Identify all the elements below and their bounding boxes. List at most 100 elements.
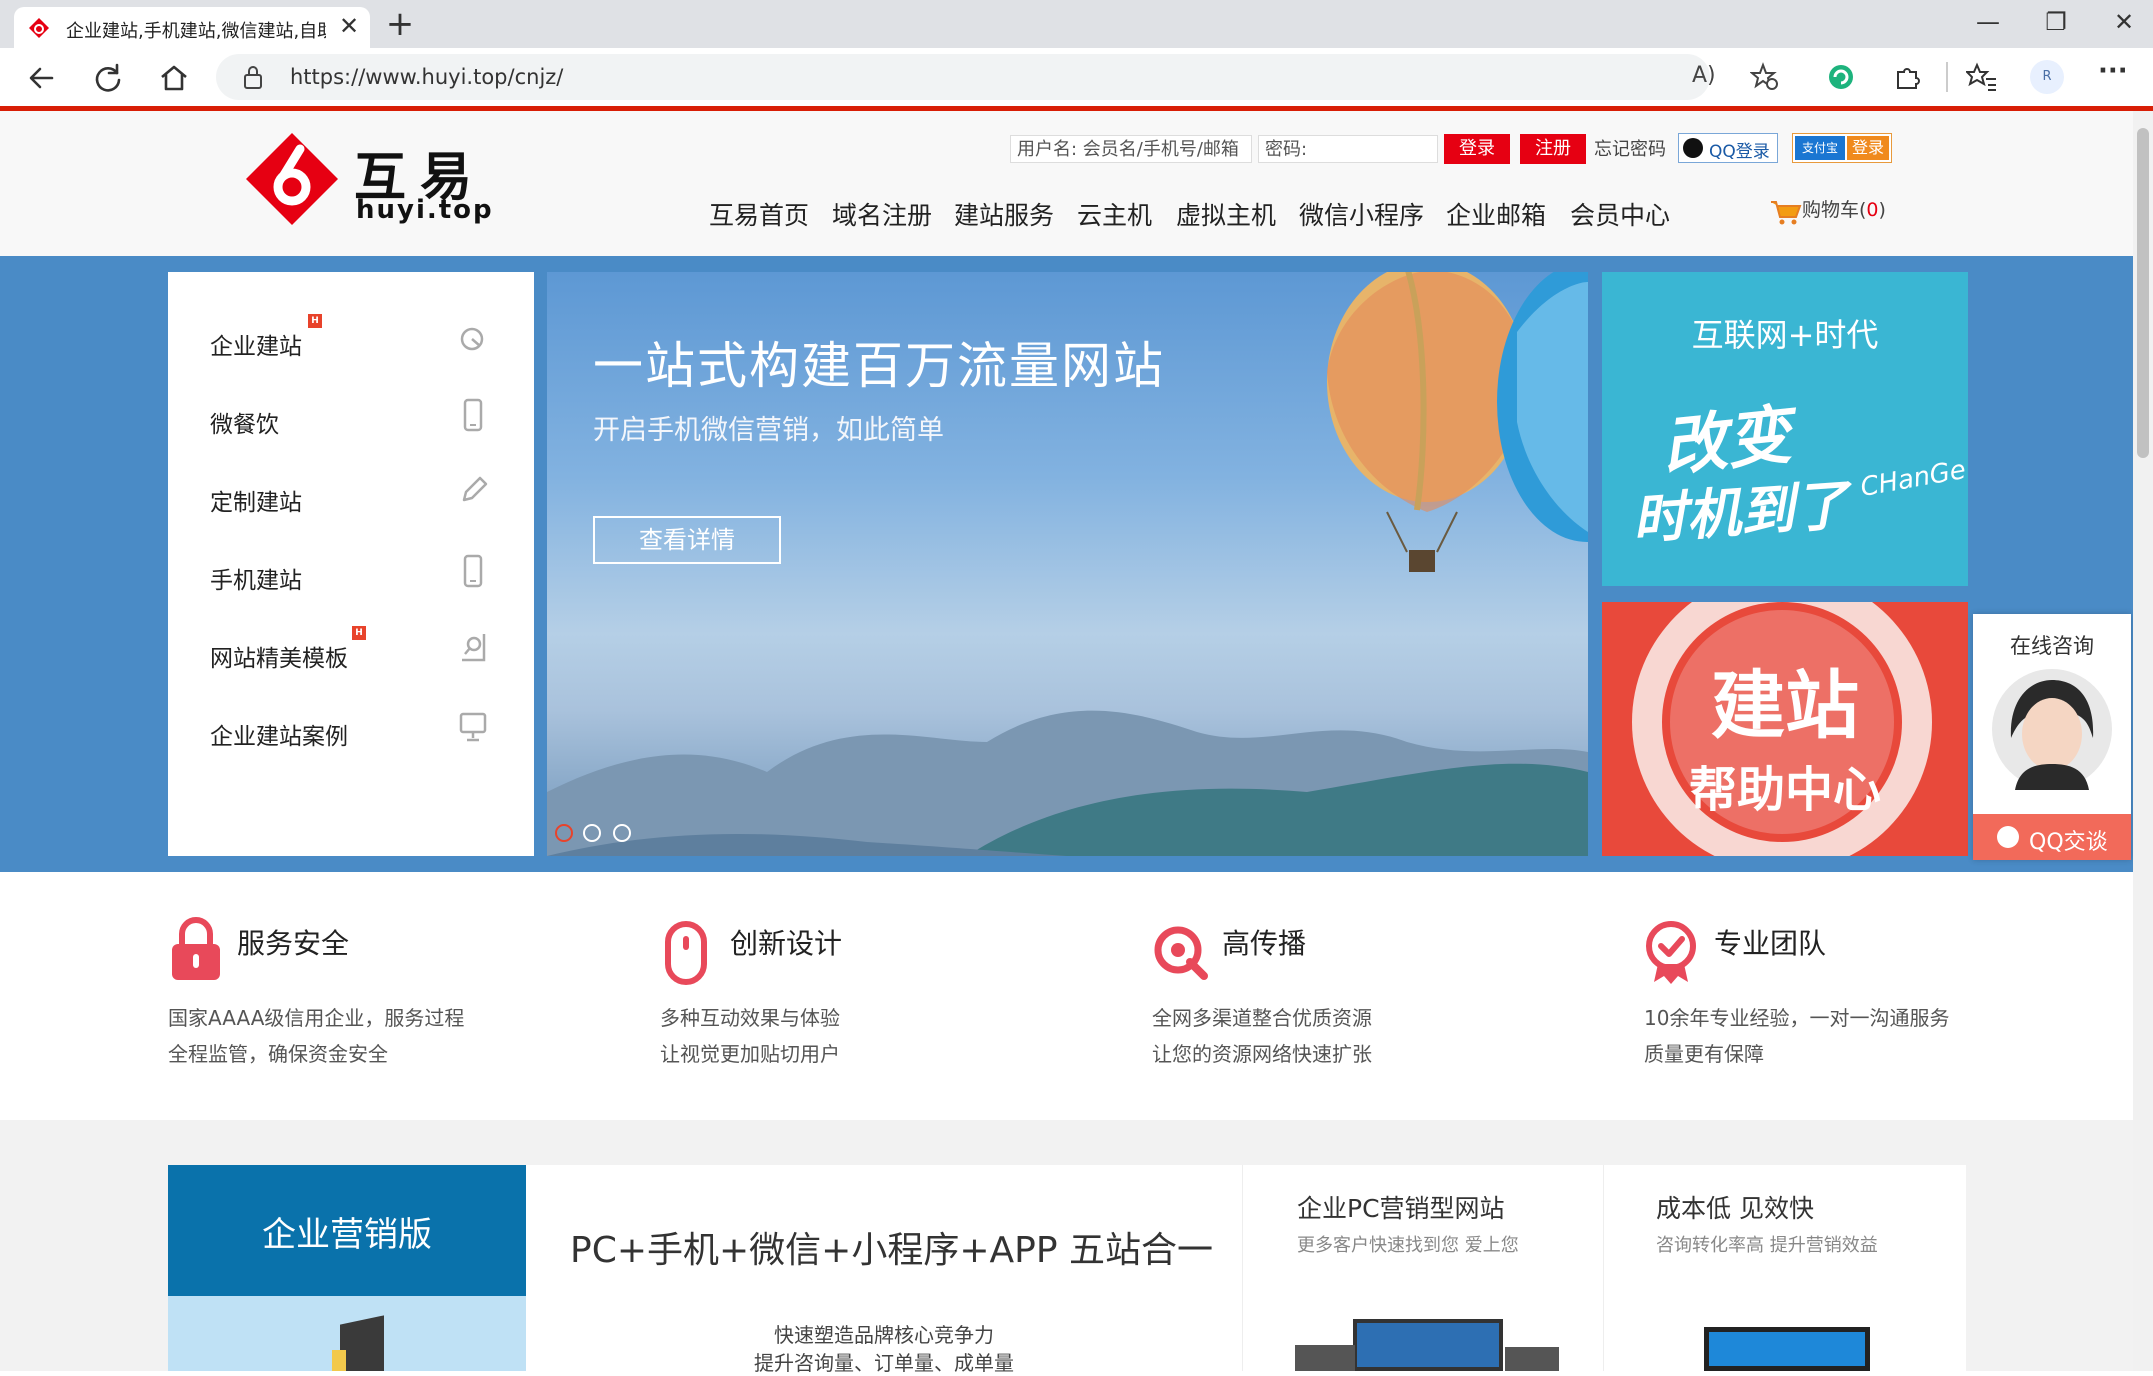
menu-item-cases[interactable]: 企业建站案例 bbox=[210, 717, 348, 751]
window-close-icon[interactable]: ✕ bbox=[2104, 8, 2144, 36]
qq-penguin-icon bbox=[1997, 826, 2019, 848]
browser-tab-strip: 企业建站,手机建站,微信建站,自助 ✕ + — ❐ ✕ bbox=[0, 0, 2153, 48]
online-consult-widget: 在线咨询 QQ交谈 bbox=[1973, 614, 2131, 860]
nav-virtual-host[interactable]: 虚拟主机 bbox=[1176, 196, 1276, 232]
url-text: https://www.huyi.top/cnjz/ bbox=[290, 65, 564, 89]
feature-security bbox=[168, 916, 224, 982]
menu-item-mobile-site[interactable]: 手机建站 bbox=[210, 561, 302, 595]
monitor-icon bbox=[459, 712, 487, 742]
banner-headline: 一站式构建百万流量网站 bbox=[593, 337, 1165, 395]
promo2-line1: 建站 bbox=[1711, 663, 1859, 749]
hot-badge: H bbox=[308, 314, 322, 328]
nav-member-center[interactable]: 会员中心 bbox=[1570, 196, 1670, 232]
menu-item-micro-catering[interactable]: 微餐饮 bbox=[210, 405, 279, 439]
toolbar-divider bbox=[1946, 62, 1948, 92]
monitor-illustration bbox=[1353, 1319, 1503, 1371]
password-input[interactable]: 密码: bbox=[1258, 135, 1438, 163]
product-main-card[interactable]: PC+手机+微信+小程序+APP 五站合一 快速塑造品牌核心竞争力 提升咨询量、… bbox=[526, 1165, 1242, 1375]
feature-desc: 质量更有保障 bbox=[1644, 1042, 1764, 1066]
new-tab-icon[interactable]: + bbox=[380, 4, 420, 44]
lock-icon bbox=[244, 66, 262, 89]
chart-search-icon bbox=[460, 327, 484, 351]
nav-home[interactable]: 互易首页 bbox=[709, 196, 809, 232]
menu-item-templates[interactable]: 网站精美模板 bbox=[210, 639, 348, 673]
login-button[interactable]: 登录 bbox=[1444, 134, 1510, 164]
site-header: 互易 huyi.top 用户名: 会员名/手机号/邮箱 密码: 登录 注册 忘记… bbox=[0, 111, 2133, 256]
feature-desc: 国家AAAA级信用企业，服务过程 bbox=[168, 1006, 465, 1030]
feature-spread bbox=[1152, 922, 1208, 982]
feature-team bbox=[1644, 920, 1698, 986]
promo-internet-plus[interactable]: 互联网+时代 改变 时机到了 CHanGe bbox=[1602, 272, 1968, 586]
product-card-lowcost[interactable]: 成本低 见效快 咨询转化率高 提升营销效益 bbox=[1603, 1165, 1966, 1371]
settings-more-icon[interactable]: ··· bbox=[2098, 56, 2128, 86]
back-arrow-icon[interactable] bbox=[20, 56, 64, 100]
qq-login-button[interactable]: QQ登录 bbox=[1678, 133, 1778, 163]
product-sub1: 快速塑造品牌核心竞争力 bbox=[774, 1323, 994, 1347]
promo1-en: CHanGe bbox=[1858, 455, 1968, 503]
register-button[interactable]: 注册 bbox=[1520, 134, 1586, 164]
feature-title: 专业团队 bbox=[1714, 927, 1827, 960]
mouse-icon bbox=[665, 921, 707, 985]
qq-penguin-icon bbox=[1683, 138, 1703, 158]
favorites-icon[interactable] bbox=[1966, 62, 1998, 92]
nav-mini-program[interactable]: 微信小程序 bbox=[1299, 196, 1424, 232]
feature-desc: 10余年专业经验，一对一沟通服务 bbox=[1644, 1006, 1950, 1030]
promo2-line2: 帮助中心 bbox=[1688, 762, 1881, 818]
tab-close-icon[interactable]: ✕ bbox=[334, 12, 364, 40]
reload-icon[interactable] bbox=[86, 56, 130, 100]
hot-badge: H bbox=[352, 626, 366, 640]
profile-avatar[interactable]: R bbox=[2030, 60, 2064, 94]
feature-desc: 全网多渠道整合优质资源 bbox=[1152, 1006, 1372, 1030]
extension-green-icon[interactable] bbox=[1826, 62, 1856, 92]
pencil-icon bbox=[462, 476, 488, 502]
qq-chat-button[interactable]: QQ交谈 bbox=[1973, 814, 2131, 860]
huyi-logo-icon[interactable] bbox=[244, 131, 340, 227]
browser-tab[interactable]: 企业建站,手机建站,微信建站,自助 ✕ bbox=[14, 7, 370, 48]
scrollbar-thumb[interactable] bbox=[2137, 128, 2149, 458]
edition-tab[interactable]: 企业营销版 bbox=[168, 1165, 526, 1296]
alipay-login-button[interactable]: 支付宝 登录 bbox=[1792, 133, 1892, 163]
mobile-phone-icon bbox=[463, 554, 483, 588]
cart-count: 0 bbox=[1866, 199, 1879, 221]
shopping-cart[interactable]: 购物车(0) bbox=[1770, 195, 1886, 225]
promo1-title: 互联网+时代 bbox=[1691, 316, 1879, 354]
nav-cloud-host[interactable]: 云主机 bbox=[1077, 196, 1152, 232]
promo1-line2: 时机到了 bbox=[1630, 473, 1851, 552]
nav-domain[interactable]: 域名注册 bbox=[832, 196, 932, 232]
side-menu: 企业建站 H 微餐饮 定制建站 手机建站 网站精美模板 H 企业建站案例 bbox=[168, 272, 534, 856]
site-favicon-icon bbox=[29, 18, 49, 38]
product-card-pc[interactable]: 企业PC营销型网站 更多客户快速找到您 爱上您 bbox=[1242, 1165, 1603, 1371]
feature-desc: 让视觉更加贴切用户 bbox=[660, 1042, 840, 1066]
slide-dot-2[interactable] bbox=[583, 824, 601, 842]
building-icon bbox=[340, 1315, 384, 1371]
menu-item-enterprise-site[interactable]: 企业建站 bbox=[210, 327, 302, 361]
read-aloud-icon[interactable]: A) bbox=[1692, 63, 1716, 88]
tab-title: 企业建站,手机建站,微信建站,自助 bbox=[66, 21, 326, 42]
maximize-icon[interactable]: ❐ bbox=[2036, 8, 2076, 36]
username-input[interactable]: 用户名: 会员名/手机号/邮箱 bbox=[1010, 135, 1252, 163]
banner-slide[interactable]: 一站式构建百万流量网站 开启手机微信营销，如此简单 查看详情 bbox=[547, 272, 1588, 856]
template-search-icon bbox=[462, 634, 486, 662]
forgot-password-link[interactable]: 忘记密码 bbox=[1594, 135, 1666, 161]
award-badge-icon bbox=[1646, 921, 1696, 984]
product-headline: PC+手机+微信+小程序+APP 五站合一 bbox=[570, 1230, 1213, 1271]
feature-design bbox=[664, 920, 708, 986]
slide-dot-1[interactable] bbox=[555, 824, 573, 842]
home-icon[interactable] bbox=[152, 56, 196, 100]
favorite-add-icon[interactable] bbox=[1750, 62, 1780, 92]
address-bar[interactable]: https://www.huyi.top/cnjz/ A) bbox=[216, 54, 1778, 100]
consult-title: 在线咨询 bbox=[2010, 634, 2094, 658]
promo-help-center[interactable]: 建站 帮助中心 bbox=[1602, 602, 1968, 856]
minimize-icon[interactable]: — bbox=[1968, 8, 2008, 36]
mobile-phone-icon bbox=[463, 398, 483, 432]
feature-desc: 让您的资源网络快速扩张 bbox=[1152, 1042, 1372, 1066]
menu-item-custom-site[interactable]: 定制建站 bbox=[210, 483, 302, 517]
logo-en: huyi.top bbox=[356, 195, 494, 225]
slide-dot-3[interactable] bbox=[613, 824, 631, 842]
monitor-illustration bbox=[1704, 1327, 1870, 1371]
nav-enterprise-mail[interactable]: 企业邮箱 bbox=[1446, 196, 1546, 232]
extensions-puzzle-icon[interactable] bbox=[1892, 62, 1922, 92]
cart-icon bbox=[1771, 200, 1802, 224]
view-details-button[interactable]: 查看详情 bbox=[593, 516, 781, 564]
nav-site-service[interactable]: 建站服务 bbox=[954, 196, 1054, 232]
